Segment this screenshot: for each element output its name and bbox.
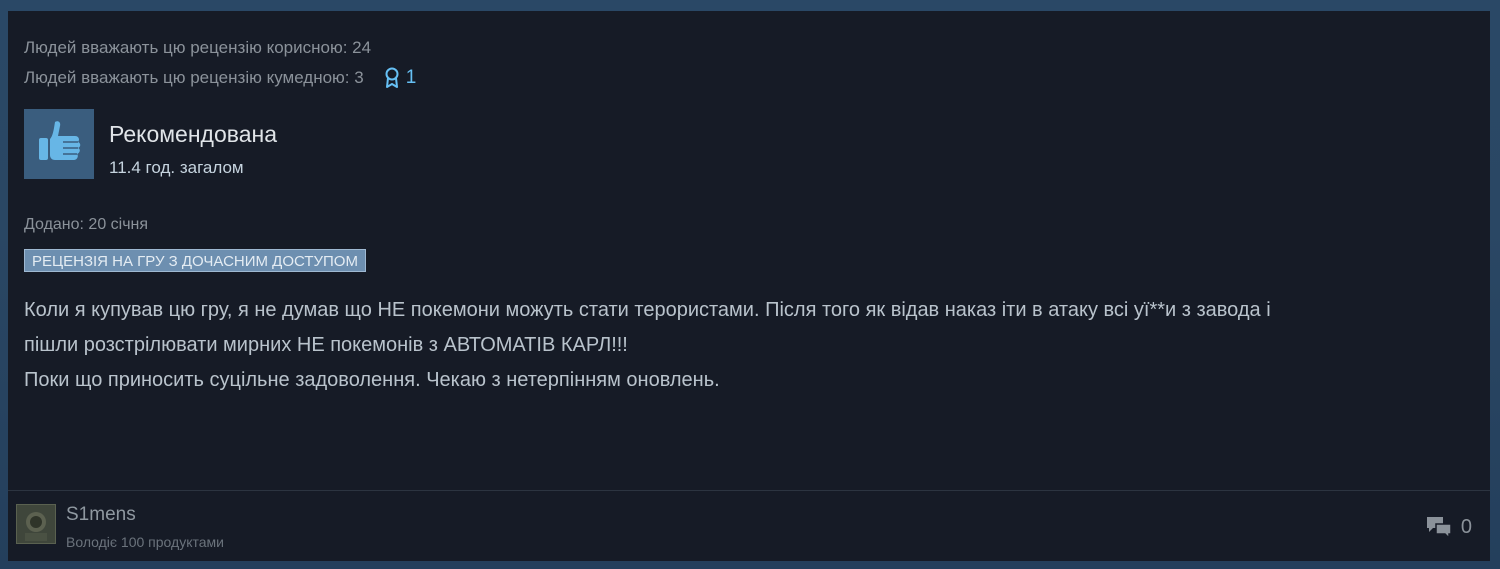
- award-icon: [385, 67, 399, 88]
- footer-divider: [8, 490, 1490, 491]
- review-line-3: Поки що приносить суцільне задоволення. …: [24, 369, 720, 391]
- award-count: 1: [405, 67, 417, 88]
- helpful-votes-row: Людей вважають цю рецензію корисною: 24: [24, 33, 416, 63]
- review-card: Людей вважають цю рецензію корисною: 24 …: [8, 11, 1490, 561]
- early-access-badge: РЕЦЕНЗІЯ НА ГРУ З ДОЧАСНИМ ДОСТУПОМ: [24, 249, 366, 272]
- thumbs-up-icon: [39, 121, 81, 160]
- award-indicator[interactable]: 1: [384, 63, 417, 93]
- funny-votes-text: Людей вважають цю рецензію кумедною: 3: [24, 68, 364, 87]
- comment-bubbles-icon: [1426, 517, 1452, 539]
- review-line-1: Коли я купував цю гру, я не думав що НЕ …: [24, 299, 1271, 321]
- funny-votes-row: Людей вважають цю рецензію кумедною: 3 1: [24, 63, 416, 93]
- vote-summary: Людей вважають цю рецензію корисною: 24 …: [24, 33, 416, 93]
- recommendation-title[interactable]: Рекомендована: [109, 121, 277, 148]
- avatar[interactable]: [16, 504, 56, 544]
- playtime-hours: 11.4 год. загалом: [109, 158, 244, 177]
- comments-count: 0: [1460, 515, 1472, 538]
- comments-link[interactable]: 0: [1425, 515, 1472, 539]
- posted-date: Додано: 20 січня: [24, 216, 149, 233]
- recommendation-thumb[interactable]: [24, 109, 94, 179]
- avatar-image: [17, 505, 55, 543]
- author-name[interactable]: S1mens: [66, 504, 136, 526]
- author-products: Володіє 100 продуктами: [66, 534, 224, 550]
- helpful-votes-text: Людей вважають цю рецензію корисною: 24: [24, 38, 372, 57]
- review-line-2: пішли розстрілювати мирних НЕ покемонів …: [24, 334, 628, 356]
- review-text: Коли я купував цю гру, я не думав що НЕ …: [24, 293, 1464, 398]
